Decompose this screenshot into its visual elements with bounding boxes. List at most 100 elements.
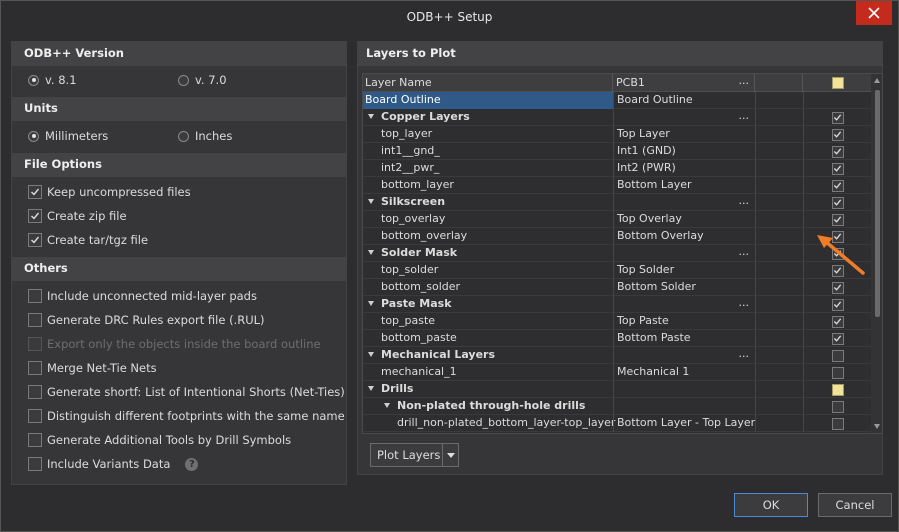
pcb-layer[interactable]: Mechanical 1 bbox=[613, 364, 755, 381]
expand-arrow-icon[interactable] bbox=[368, 114, 374, 119]
pcb-layer[interactable]: Int2 (PWR) bbox=[613, 160, 755, 177]
help-icon[interactable]: ? bbox=[185, 457, 199, 471]
layer-group-row[interactable]: Drills bbox=[363, 381, 871, 398]
millimeters-radio[interactable]: Millimeters bbox=[28, 128, 108, 144]
scroll-up-icon[interactable] bbox=[874, 78, 880, 83]
cancel-button[interactable]: Cancel bbox=[818, 493, 892, 517]
checkbox-label: Create tar/tgz file bbox=[47, 233, 149, 247]
pcb-layer[interactable]: Int1 (GND) bbox=[613, 143, 755, 160]
plot-checkbox[interactable] bbox=[831, 383, 844, 396]
plot-checkbox[interactable] bbox=[831, 298, 844, 311]
keep-uncompressed-checkbox[interactable]: Keep uncompressed files bbox=[28, 184, 191, 200]
version-8-1-radio[interactable]: v. 8.1 bbox=[28, 72, 77, 88]
layer-group-row[interactable]: Copper Layers... bbox=[363, 109, 871, 126]
plot-checkbox[interactable] bbox=[831, 281, 844, 294]
pcb-layer[interactable]: ... bbox=[613, 296, 755, 313]
plot-checkbox[interactable] bbox=[831, 179, 844, 192]
plot-checkbox[interactable] bbox=[831, 400, 844, 413]
pcb-layer[interactable]: ... bbox=[613, 109, 755, 126]
vertical-scrollbar[interactable] bbox=[871, 74, 882, 433]
close-button[interactable] bbox=[856, 1, 892, 25]
inches-radio[interactable]: Inches bbox=[178, 128, 232, 144]
expand-arrow-icon[interactable] bbox=[368, 199, 374, 204]
title-bar[interactable]: ODB++ Setup bbox=[1, 1, 898, 33]
layer-row[interactable]: bottom_overlay Bottom Overlay bbox=[363, 228, 871, 245]
plot-checkbox[interactable] bbox=[831, 196, 844, 209]
layer-row[interactable]: bottom_paste Bottom Paste bbox=[363, 330, 871, 347]
create-zip-checkbox[interactable]: Create zip file bbox=[28, 208, 127, 224]
pcb-layer[interactable]: ... bbox=[613, 194, 755, 211]
layer-group-row[interactable]: Non-plated through-hole drills bbox=[363, 398, 871, 415]
plot-layers-button[interactable]: Plot Layers bbox=[370, 443, 459, 467]
pcb-layer[interactable]: Board Outline bbox=[613, 92, 755, 109]
expand-arrow-icon[interactable] bbox=[368, 386, 374, 391]
layer-group-row[interactable]: Solder Mask... bbox=[363, 245, 871, 262]
pcb-layer[interactable]: Bottom Overlay bbox=[613, 228, 755, 245]
pcb-layer[interactable]: Top Overlay bbox=[613, 211, 755, 228]
layer-row[interactable]: top_paste Top Paste bbox=[363, 313, 871, 330]
column-layer-name[interactable]: Layer Name bbox=[363, 74, 613, 92]
row-dots[interactable]: ... bbox=[739, 296, 750, 310]
plot-cell bbox=[803, 364, 871, 381]
pcb-layer[interactable]: ... bbox=[613, 347, 755, 364]
pcb-layer[interactable] bbox=[613, 381, 755, 398]
layer-group-row[interactable]: Paste Mask... bbox=[363, 296, 871, 313]
plot-checkbox[interactable] bbox=[831, 111, 844, 124]
pcb-layer[interactable]: Top Paste bbox=[613, 313, 755, 330]
scroll-thumb[interactable] bbox=[875, 90, 880, 317]
plot-checkbox[interactable] bbox=[831, 128, 844, 141]
layer-row[interactable]: mechanical_1 Mechanical 1 bbox=[363, 364, 871, 381]
pcb-layer[interactable]: Top Layer bbox=[613, 126, 755, 143]
pcb-layer[interactable]: ... bbox=[613, 245, 755, 262]
plot-checkbox[interactable] bbox=[831, 366, 844, 379]
column-pcb1[interactable]: PCB1 ... bbox=[613, 74, 755, 92]
pcb-layer[interactable]: Bottom Paste bbox=[613, 330, 755, 347]
plot-checkbox[interactable] bbox=[831, 213, 844, 226]
expand-arrow-icon[interactable] bbox=[368, 250, 374, 255]
layer-row[interactable]: bottom_solder Bottom Solder bbox=[363, 279, 871, 296]
pcb-layer[interactable]: Bottom Layer - Top Layer bbox=[613, 415, 755, 432]
row-dots[interactable]: ... bbox=[739, 109, 750, 123]
layer-row[interactable]: int1__gnd_ Int1 (GND) bbox=[363, 143, 871, 160]
pcb-layer[interactable] bbox=[613, 398, 755, 415]
plot-checkbox[interactable] bbox=[831, 417, 844, 430]
plot-checkbox[interactable] bbox=[831, 315, 844, 328]
scroll-down-icon[interactable] bbox=[874, 424, 880, 429]
column-pcb1-dots[interactable]: ... bbox=[739, 74, 750, 88]
version-7-0-radio[interactable]: v. 7.0 bbox=[178, 72, 227, 88]
create-tar-checkbox[interactable]: Create tar/tgz file bbox=[28, 232, 148, 248]
merge-net-tie-checkbox[interactable]: Merge Net-Tie Nets bbox=[28, 360, 157, 376]
layer-group-row[interactable]: Silkscreen... bbox=[363, 194, 871, 211]
layer-row[interactable]: bottom_layer Bottom Layer bbox=[363, 177, 871, 194]
row-dots[interactable]: ... bbox=[739, 347, 750, 361]
layer-row[interactable]: int2__pwr_ Int2 (PWR) bbox=[363, 160, 871, 177]
chevron-down-icon[interactable] bbox=[443, 452, 458, 458]
layer-row[interactable]: top_overlay Top Overlay bbox=[363, 211, 871, 228]
plot-checkbox[interactable] bbox=[831, 349, 844, 362]
layer-group-row[interactable]: Mechanical Layers... bbox=[363, 347, 871, 364]
unconnected-pads-checkbox[interactable]: Include unconnected mid-layer pads bbox=[28, 288, 257, 304]
plot-checkbox[interactable] bbox=[831, 145, 844, 158]
generate-shortf-checkbox[interactable]: Generate shortf: List of Intentional Sho… bbox=[28, 384, 345, 400]
plot-checkbox[interactable] bbox=[831, 332, 844, 345]
expand-arrow-icon[interactable] bbox=[368, 352, 374, 357]
layer-row[interactable]: Board Outline Board Outline bbox=[363, 92, 871, 109]
plot-all-checkbox[interactable] bbox=[832, 77, 844, 89]
include-variants-checkbox[interactable]: Include Variants Data ? bbox=[28, 456, 199, 472]
drc-rules-checkbox[interactable]: Generate DRC Rules export file (.RUL) bbox=[28, 312, 265, 328]
column-plot-all[interactable] bbox=[803, 74, 871, 92]
drill-symbols-checkbox[interactable]: Generate Additional Tools by Drill Symbo… bbox=[28, 432, 291, 448]
row-dots[interactable]: ... bbox=[739, 194, 750, 208]
layer-row[interactable]: top_solder Top Solder bbox=[363, 262, 871, 279]
layer-row[interactable]: drill_non-plated_bottom_layer-top_layer B… bbox=[363, 415, 871, 432]
plot-checkbox[interactable] bbox=[831, 162, 844, 175]
pcb-layer[interactable]: Bottom Solder bbox=[613, 279, 755, 296]
pcb-layer[interactable]: Bottom Layer bbox=[613, 177, 755, 194]
expand-arrow-icon[interactable] bbox=[368, 301, 374, 306]
layer-row[interactable]: top_layer Top Layer bbox=[363, 126, 871, 143]
row-dots[interactable]: ... bbox=[739, 245, 750, 259]
expand-arrow-icon[interactable] bbox=[384, 403, 390, 408]
pcb-layer[interactable]: Top Solder bbox=[613, 262, 755, 279]
ok-button[interactable]: OK bbox=[734, 493, 808, 517]
distinguish-footprints-checkbox[interactable]: Distinguish different footprints with th… bbox=[28, 408, 345, 424]
